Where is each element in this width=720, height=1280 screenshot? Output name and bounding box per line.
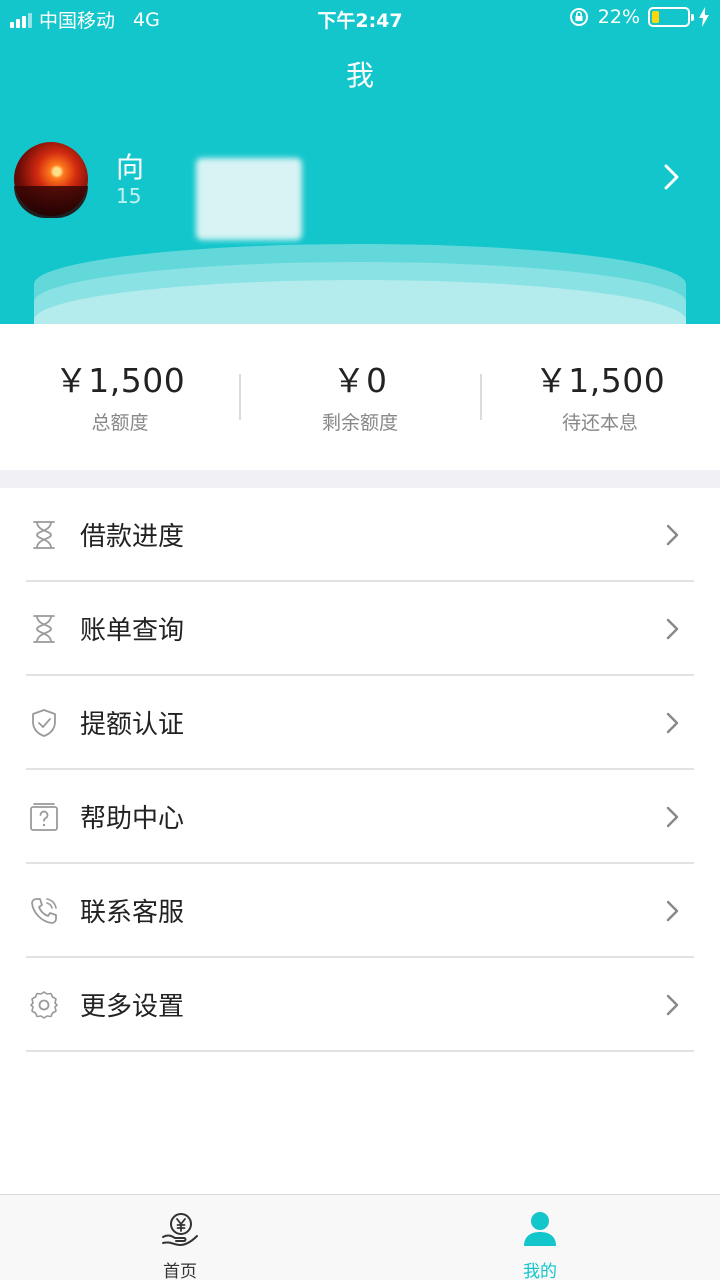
phone-icon: [31, 898, 57, 924]
menu-label: 借款进度: [80, 522, 185, 552]
menu-label: 提额认证: [80, 710, 185, 740]
tab-label: 首页: [163, 1262, 197, 1280]
menu-item-contact-support[interactable]: 联系客服: [0, 864, 720, 958]
menu-item-help-center[interactable]: 帮助中心: [0, 770, 720, 864]
stat-value: ￥1,500: [534, 361, 666, 400]
menu-item-limit-certification[interactable]: 提额认证: [0, 676, 720, 770]
stat-remaining-limit: ￥0 剩余额度: [240, 354, 480, 435]
shield-check-icon: [32, 709, 56, 737]
status-bar: 中国移动 4G 下午2:47 22%: [0, 0, 720, 36]
chevron-right-icon: [666, 618, 679, 640]
tab-bar: 首页 我的: [0, 1194, 720, 1280]
yen-hand-icon: [162, 1213, 198, 1246]
privacy-mask: [196, 158, 302, 240]
hourglass-icon: [33, 521, 55, 549]
credit-stats: ￥1,500 总额度 ￥0 剩余额度 ￥1,500 待还本息: [0, 324, 720, 470]
tab-label: 我的: [523, 1262, 557, 1280]
tab-me[interactable]: 我的: [360, 1195, 720, 1280]
chevron-right-icon: [666, 900, 679, 922]
chevron-right-icon[interactable]: [664, 164, 680, 190]
hourglass-icon: [33, 615, 55, 643]
stat-label: 待还本息: [561, 412, 638, 434]
tab-home[interactable]: 首页: [0, 1195, 360, 1280]
charging-icon: [699, 7, 709, 27]
user-name: 向: [116, 151, 145, 184]
section-gap: [0, 470, 720, 488]
chevron-right-icon: [666, 994, 679, 1016]
stat-value: ￥1,500: [54, 361, 186, 400]
page-title: 我: [345, 59, 374, 92]
chevron-right-icon: [666, 712, 679, 734]
stat-value: ￥0: [332, 361, 388, 400]
menu-item-more-settings[interactable]: 更多设置: [0, 958, 720, 1052]
divider: [26, 1050, 694, 1052]
battery-percent: 22%: [597, 6, 640, 28]
stat-total-limit: ￥1,500 总额度: [0, 354, 240, 435]
profile-row[interactable]: 向 15: [0, 140, 720, 240]
profile-header: 中国移动 4G 下午2:47 22% 我 向 15: [0, 0, 720, 324]
battery-icon: [648, 7, 694, 27]
menu-list: 借款进度 账单查询 提额认证 帮助中心 联系客服 更多设置: [0, 488, 720, 1052]
person-icon: [524, 1212, 556, 1246]
menu-label: 联系客服: [80, 898, 185, 928]
rotation-lock-icon: [569, 8, 588, 26]
stat-label: 总额度: [91, 412, 149, 434]
stat-label: 剩余额度: [321, 412, 398, 434]
menu-item-loan-progress[interactable]: 借款进度: [0, 488, 720, 582]
menu-label: 账单查询: [80, 616, 185, 646]
chevron-right-icon: [666, 524, 679, 546]
menu-label: 帮助中心: [80, 804, 185, 834]
chevron-right-icon: [666, 806, 679, 828]
user-phone: 15: [116, 184, 142, 208]
menu-label: 更多设置: [80, 992, 185, 1022]
help-box-icon: [30, 803, 58, 831]
menu-item-bill-query[interactable]: 账单查询: [0, 582, 720, 676]
stat-pending-repayment: ￥1,500 待还本息: [480, 354, 720, 435]
gear-icon: [30, 991, 58, 1019]
